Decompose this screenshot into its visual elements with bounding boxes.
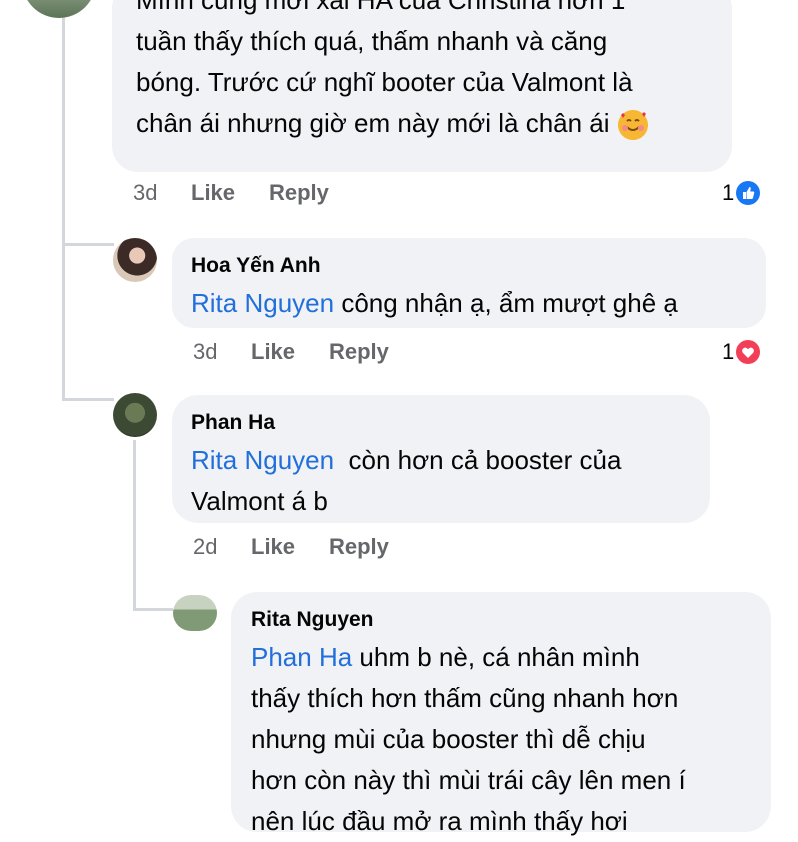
- like-button[interactable]: Like: [191, 180, 269, 206]
- comment-actions: 3d Like Reply: [193, 339, 389, 365]
- reaction-summary[interactable]: 1: [722, 339, 761, 365]
- thread-curve: [133, 608, 173, 611]
- thread-line: [62, 10, 65, 245]
- comment-bubble: Rita Nguyen Phan Ha uhm b nè, cá nhân mì…: [231, 592, 771, 836]
- comment-text-line: tuần thấy thích quá, thấm nhanh và căng: [136, 26, 608, 56]
- comment-text-line: Valmont á b: [191, 486, 328, 516]
- reaction-count: 1: [722, 180, 735, 205]
- like-button[interactable]: Like: [251, 534, 329, 560]
- comment-text-line: uhm b nè, cá nhân mình: [359, 642, 640, 672]
- mention-link[interactable]: Rita Nguyen: [191, 288, 334, 318]
- comment-bubble: Phan Ha Rita Nguyen còn hơn cả booster c…: [172, 395, 710, 523]
- comment-bubble: Hoa Yến Anh Rita Nguyen công nhận ạ, ẩm …: [172, 238, 766, 328]
- mention-link[interactable]: Phan Ha: [251, 642, 352, 672]
- avatar[interactable]: [173, 595, 217, 631]
- thread-line: [133, 440, 136, 610]
- comment-text-line: chân ái nhưng giờ em này mới là chân ái: [136, 108, 610, 138]
- thread-line: [62, 246, 65, 398]
- comment-text-line: nhưng mùi của booster thì dễ chịu: [251, 724, 646, 754]
- timestamp[interactable]: 2d: [193, 534, 251, 560]
- comment-bubble: Mình cũng mới xài HA của Christina hơn 1…: [112, 0, 732, 172]
- comment-text-line: nên lúc đầu mở ra mình thấy hơi: [251, 806, 628, 836]
- reply-button[interactable]: Reply: [329, 339, 389, 365]
- love-reaction-icon: [736, 340, 761, 364]
- mention-link[interactable]: Rita Nguyen: [191, 445, 334, 475]
- reply-button[interactable]: Reply: [329, 534, 389, 560]
- comment-text-line: Mình cũng mới xài HA của Christina hơn 1: [136, 0, 626, 15]
- avatar[interactable]: [113, 393, 157, 437]
- like-reaction-icon: [736, 181, 761, 205]
- comment-text-line: hơn còn này thì mùi trái cây lên men í: [251, 765, 686, 795]
- reaction-summary[interactable]: 1: [722, 180, 761, 206]
- avatar[interactable]: [22, 0, 96, 18]
- timestamp[interactable]: 3d: [133, 180, 191, 206]
- comment-author[interactable]: Phan Ha: [191, 411, 275, 435]
- thread-curve: [62, 398, 114, 401]
- comment-actions: 3d Like Reply: [133, 180, 329, 206]
- thread-curve: [62, 243, 114, 246]
- comment-text: công nhận ạ, ẩm mượt ghê ạ: [341, 288, 678, 318]
- comment-text-line: còn hơn cả booster của: [348, 445, 622, 475]
- avatar[interactable]: [113, 238, 157, 282]
- like-button[interactable]: Like: [251, 339, 329, 365]
- comment-author[interactable]: Rita Nguyen: [251, 608, 374, 632]
- smiling-face-with-hearts-emoji-icon: [617, 110, 648, 141]
- reaction-count: 1: [722, 339, 735, 364]
- comment-text-line: bóng. Trước cứ nghĩ booter của Valmont l…: [136, 67, 633, 97]
- reply-button[interactable]: Reply: [269, 180, 329, 206]
- comment-author[interactable]: Hoa Yến Anh: [191, 254, 321, 278]
- comment-actions: 2d Like Reply: [193, 534, 389, 560]
- timestamp[interactable]: 3d: [193, 339, 251, 365]
- comment-text-line: thấy thích hơn thấm cũng nhanh hơn: [251, 683, 679, 713]
